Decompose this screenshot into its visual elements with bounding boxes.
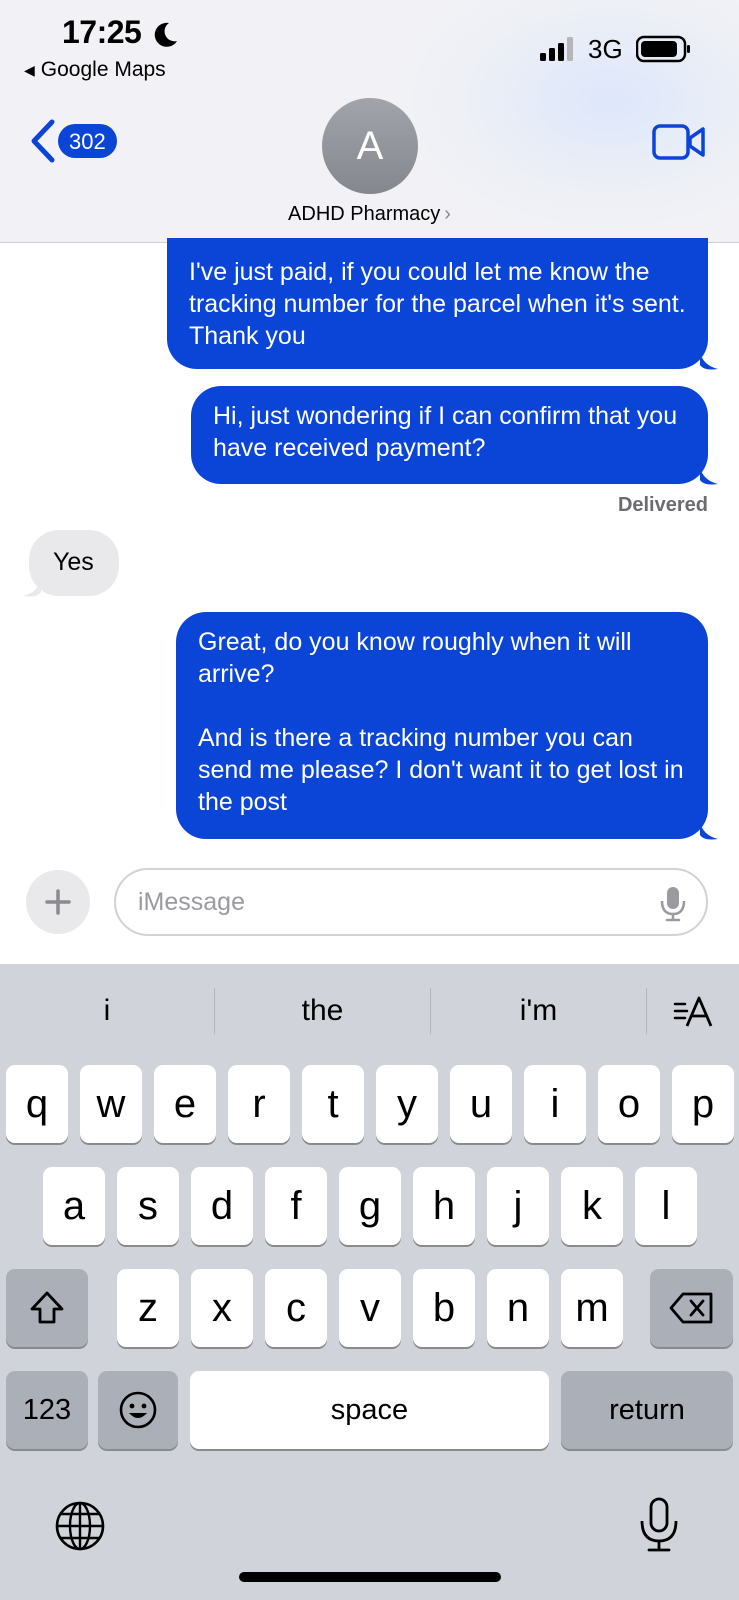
key-o[interactable]: o [598,1065,660,1143]
key-c[interactable]: c [265,1269,327,1347]
add-attachment-button[interactable] [26,870,90,934]
key-d[interactable]: d [191,1167,253,1245]
moon-icon [154,22,177,47]
unread-count-badge: 302 [58,124,117,158]
suggestion[interactable]: i [0,989,214,1033]
key-m[interactable]: m [561,1269,623,1347]
text-format-icon[interactable] [673,996,713,1028]
return-key[interactable]: return [561,1371,733,1449]
bubble-tail [23,578,41,597]
bubble-tail [700,466,718,485]
key-y[interactable]: y [376,1065,438,1143]
contact-name: ADHD Pharmacy [288,203,441,225]
shift-key[interactable] [6,1269,88,1347]
outgoing-message[interactable]: I've just paid, if you could let me know… [167,238,708,369]
back-triangle-icon: ◀ [24,61,35,78]
chevron-right-icon: › [444,203,451,225]
key-g[interactable]: g [339,1167,401,1245]
dictation-mic-icon[interactable] [638,1497,680,1553]
outgoing-message[interactable]: Hi, just wondering if I can confirm that… [191,386,708,484]
key-r[interactable]: r [228,1065,290,1143]
key-f[interactable]: f [265,1167,327,1245]
key-v[interactable]: v [339,1269,401,1347]
key-k[interactable]: k [561,1167,623,1245]
key-i[interactable]: i [524,1065,586,1143]
keyboard: i the i'm q w e r t y u i o p a s d f g … [0,964,739,1600]
space-key[interactable]: space [190,1371,549,1449]
message-input-placeholder: iMessage [138,887,245,916]
suggestion[interactable]: the [215,989,430,1033]
key-x[interactable]: x [191,1269,253,1347]
emoji-key[interactable] [98,1371,178,1449]
network-type: 3G [588,34,623,64]
key-s[interactable]: s [117,1167,179,1245]
key-e[interactable]: e [154,1065,216,1143]
key-j[interactable]: j [487,1167,549,1245]
signal-icon [540,37,573,61]
delete-key[interactable] [650,1269,733,1347]
key-w[interactable]: w [80,1065,142,1143]
bubble-tail [700,351,718,370]
conversation-header: 17:25 ◀ Google Maps 3G 302 A ADHD Pharma… [0,0,739,243]
bubble-tail [700,821,718,840]
delivered-status: Delivered [617,494,708,516]
home-indicator[interactable] [239,1572,501,1582]
incoming-message[interactable]: Yes [29,530,119,596]
emoji-icon [119,1391,157,1429]
key-t[interactable]: t [302,1065,364,1143]
key-n[interactable]: n [487,1269,549,1347]
suggestion[interactable]: i'm [431,989,646,1033]
avatar[interactable]: A [322,98,418,194]
key-p[interactable]: p [672,1065,734,1143]
back-to-app-link[interactable]: ◀ Google Maps [24,58,166,82]
globe-icon[interactable] [54,1500,106,1552]
status-time: 17:25 [62,14,142,50]
microphone-icon[interactable] [660,886,686,922]
key-q[interactable]: q [6,1065,68,1143]
key-u[interactable]: u [450,1065,512,1143]
numbers-key[interactable]: 123 [6,1371,88,1449]
key-l[interactable]: l [635,1167,697,1245]
plus-icon [45,889,71,915]
contact-name-button[interactable]: ADHD Pharmacy › [0,203,739,226]
delete-icon [669,1292,712,1324]
outgoing-message[interactable]: Great, do you know roughly when it will … [176,612,708,839]
key-z[interactable]: z [117,1269,179,1347]
battery-icon [636,35,690,63]
back-app-label: Google Maps [40,58,166,81]
chevron-left-icon [31,119,55,163]
back-button[interactable]: 302 [28,118,117,164]
key-h[interactable]: h [413,1167,475,1245]
key-a[interactable]: a [43,1167,105,1245]
message-input[interactable]: iMessage [114,868,708,936]
suggestion-divider [646,988,647,1034]
shift-icon [30,1291,64,1324]
key-b[interactable]: b [413,1269,475,1347]
video-camera-icon[interactable] [652,122,706,162]
